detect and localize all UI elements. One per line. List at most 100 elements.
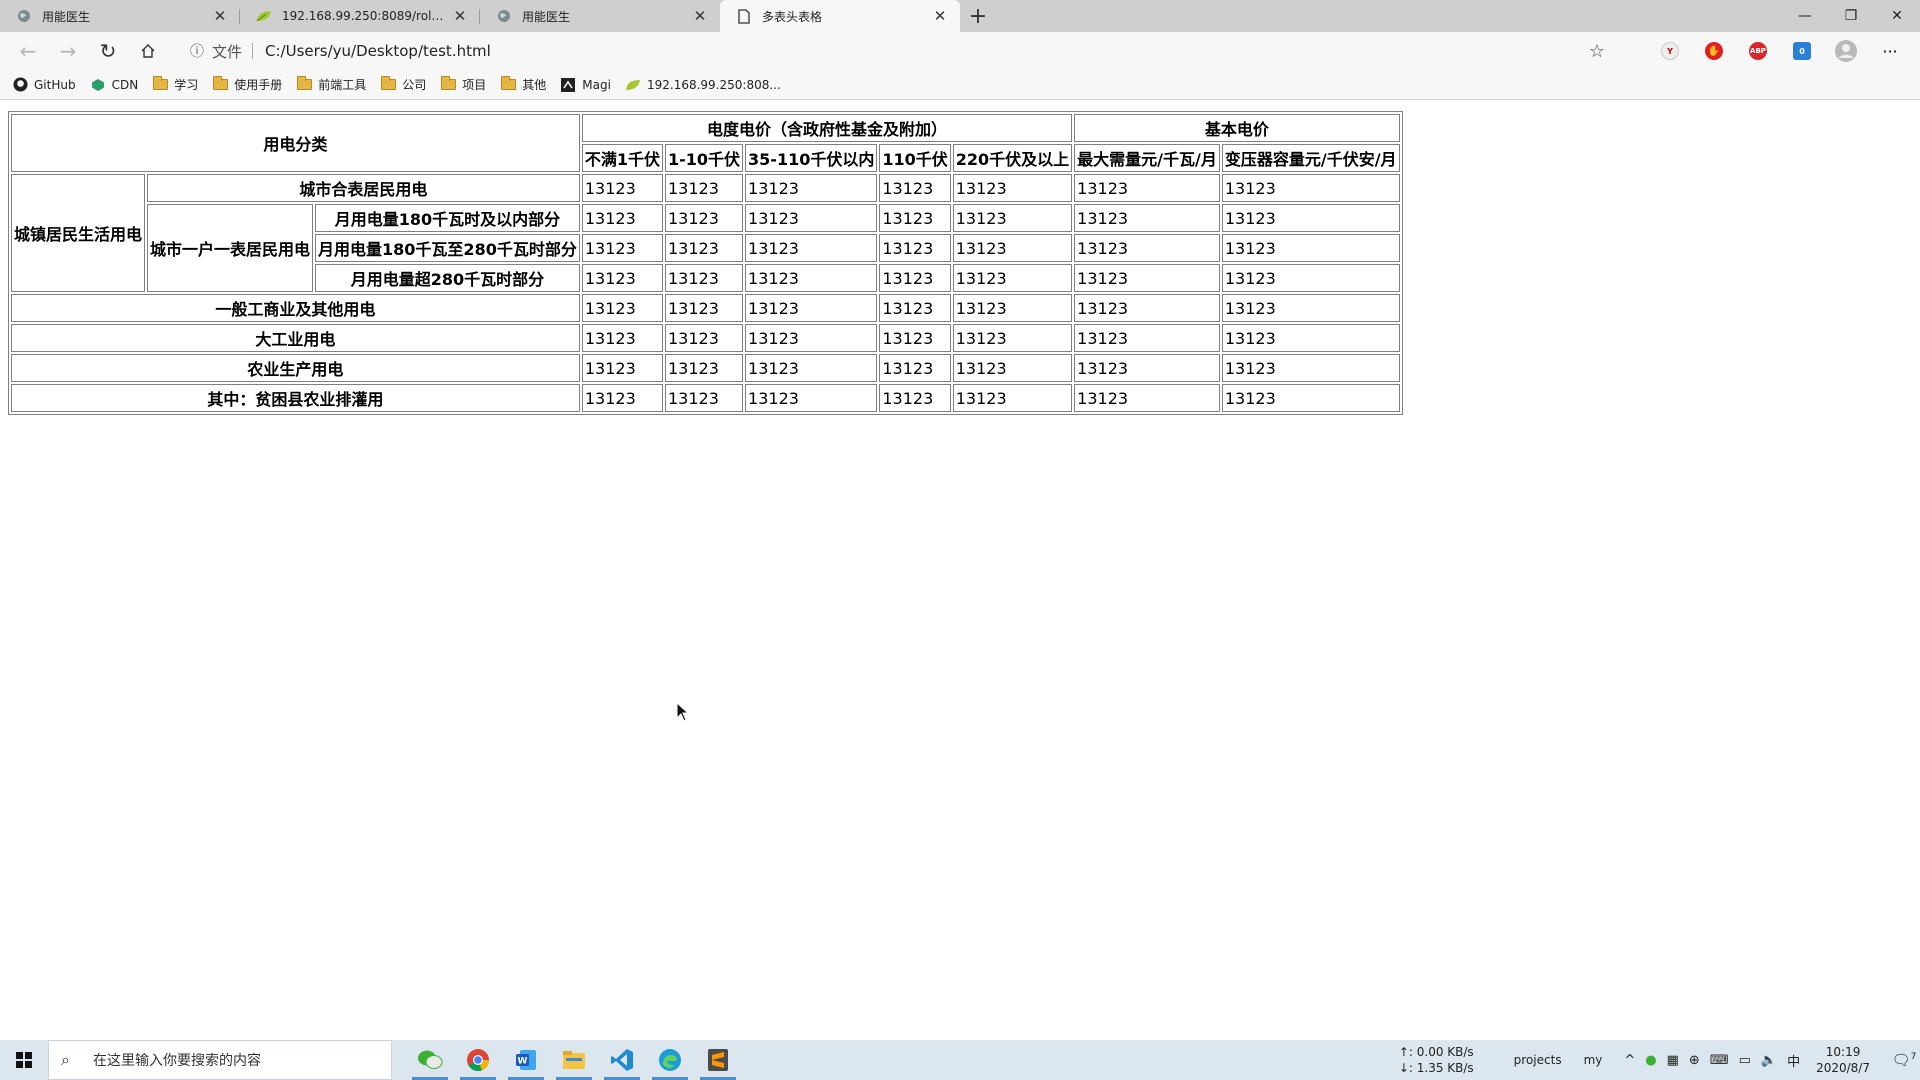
sublime-icon[interactable] xyxy=(694,1040,742,1080)
globe-icon xyxy=(496,8,512,24)
bookmark-ip-address[interactable]: 192.168.99.250:808... xyxy=(625,77,781,93)
network-tray-icon[interactable]: ⊕ xyxy=(1689,1053,1700,1068)
header-voltage-35-110kv: 35-110千伏以内 xyxy=(745,144,878,172)
tab-2[interactable]: 192.168.99.250:8089/role/sub/m ✕ xyxy=(240,0,480,32)
table-cell: 13123 xyxy=(1074,204,1220,232)
table-cell: 13123 xyxy=(879,354,951,382)
volume-icon[interactable]: 🔈 xyxy=(1761,1053,1777,1068)
bookmark-folder-study[interactable]: 学习 xyxy=(152,76,198,93)
table-cell: 13123 xyxy=(952,354,1073,382)
bookmark-magi[interactable]: Magi xyxy=(560,77,611,93)
table-cell: 13123 xyxy=(664,294,744,322)
more-menu-icon[interactable]: ··· xyxy=(1868,32,1912,70)
tab-3[interactable]: 用能医生 ✕ xyxy=(480,0,720,32)
header-basic-price: 基本电价 xyxy=(1074,114,1400,142)
adblock-hand-icon[interactable]: ✋ xyxy=(1692,32,1736,70)
table-cell: 13123 xyxy=(581,174,663,202)
bookmark-folder-frontend-tools[interactable]: 前端工具 xyxy=(296,76,366,93)
table-cell: 13123 xyxy=(664,174,744,202)
globe-icon xyxy=(16,8,32,24)
page-icon xyxy=(736,8,752,24)
table-cell: 13123 xyxy=(1074,294,1220,322)
table-cell: 13123 xyxy=(581,234,663,262)
url-text[interactable]: C:/Users/yu/Desktop/test.html xyxy=(265,42,491,60)
table-cell: 13123 xyxy=(1074,174,1220,202)
vscode-icon[interactable] xyxy=(598,1040,646,1080)
close-window-icon[interactable]: ✕ xyxy=(1874,0,1920,32)
table-cell: 13123 xyxy=(879,204,951,232)
table-cell: 13123 xyxy=(745,384,878,412)
bookmark-folder-other[interactable]: 其他 xyxy=(500,76,546,93)
table-cell: 13123 xyxy=(952,174,1073,202)
grid-tray-icon[interactable]: ▦ xyxy=(1667,1053,1679,1068)
ime-indicator[interactable]: 中 xyxy=(1787,1051,1800,1070)
clock-date: 2020/8/7 xyxy=(1816,1061,1870,1075)
forward-arrow-icon[interactable]: → xyxy=(48,34,88,68)
back-arrow-icon[interactable]: ← xyxy=(8,34,48,68)
address-bar[interactable]: ⓘ 文件 C:/Users/yu/Desktop/test.html ☆ xyxy=(190,35,1605,67)
info-icon[interactable]: ⓘ xyxy=(190,41,212,61)
folder-icon xyxy=(152,76,168,93)
tab-close-icon[interactable]: ✕ xyxy=(450,6,470,26)
bookmark-folder-projects[interactable]: 项目 xyxy=(440,76,486,93)
table-cell: 13123 xyxy=(745,204,878,232)
toolbar-my[interactable]: my xyxy=(1584,1053,1603,1067)
reload-icon[interactable]: ↻ xyxy=(88,34,128,68)
table-cell: 13123 xyxy=(1221,354,1400,382)
row-label-poor-county-irrigation: 其中：贫困县农业排灌用 xyxy=(11,384,580,412)
windows-start-icon[interactable] xyxy=(0,1040,48,1080)
bookmark-github[interactable]: GitHub xyxy=(12,77,76,93)
tab-close-icon[interactable]: ✕ xyxy=(930,6,950,26)
file-explorer-icon[interactable] xyxy=(550,1040,598,1080)
bookmark-star-icon[interactable]: ☆ xyxy=(1589,41,1605,62)
windows-taskbar: ⌕ 在这里输入你要搜索的内容 W ↑: 0.00 KB/s ↓: 1.35 KB… xyxy=(0,1040,1920,1080)
tab-1[interactable]: 用能医生 ✕ xyxy=(0,0,240,32)
wechat-tray-icon[interactable]: ● xyxy=(1645,1053,1656,1068)
leaf-icon xyxy=(625,77,641,93)
chrome-icon[interactable] xyxy=(454,1040,502,1080)
table-cell: 13123 xyxy=(879,264,951,292)
table-cell: 13123 xyxy=(879,234,951,262)
abp-icon[interactable]: ABP xyxy=(1736,32,1780,70)
header-voltage-1-10kv: 1-10千伏 xyxy=(664,144,744,172)
tab-title: 192.168.99.250:8089/role/sub/m xyxy=(282,9,450,23)
header-max-demand: 最大需量元/千瓦/月 xyxy=(1074,144,1220,172)
word-icon[interactable]: W xyxy=(502,1040,550,1080)
row-label-tier1: 月用电量180千瓦时及以内部分 xyxy=(315,204,580,232)
tab-close-icon[interactable]: ✕ xyxy=(210,6,230,26)
bookmark-folder-manual[interactable]: 使用手册 xyxy=(212,76,282,93)
tab-strip: 用能医生 ✕ 192.168.99.250:8089/role/sub/m ✕ … xyxy=(0,0,1920,32)
leaf-icon xyxy=(256,8,272,24)
bookmark-cdn[interactable]: CDN xyxy=(90,77,138,93)
extension-badge-icon[interactable]: 0 xyxy=(1780,32,1824,70)
row-label-urban-residential: 城镇居民生活用电 xyxy=(11,174,146,292)
clock[interactable]: 10:19 2020/8/7 xyxy=(1816,1044,1870,1076)
restore-icon[interactable]: ❐ xyxy=(1828,0,1874,32)
tab-close-icon[interactable]: ✕ xyxy=(690,6,710,26)
table-cell: 13123 xyxy=(581,264,663,292)
network-speed: ↑: 0.00 KB/s ↓: 1.35 KB/s xyxy=(1398,1045,1474,1075)
yandex-icon[interactable]: Y xyxy=(1648,32,1692,70)
table-cell: 13123 xyxy=(952,324,1073,352)
row-label-tier2: 月用电量180千瓦至280千瓦时部分 xyxy=(315,234,580,262)
home-icon[interactable] xyxy=(128,34,168,68)
table-cell: 13123 xyxy=(879,174,951,202)
tab-4-active[interactable]: 多表头表格 ✕ xyxy=(720,0,960,32)
taskbar-search-box[interactable]: ⌕ 在这里输入你要搜索的内容 xyxy=(48,1040,392,1080)
toolbar-projects[interactable]: projects xyxy=(1514,1053,1562,1067)
wechat-icon[interactable] xyxy=(406,1040,454,1080)
profile-avatar-icon[interactable] xyxy=(1824,32,1868,70)
magi-icon xyxy=(560,77,576,93)
new-tab-button[interactable]: + xyxy=(962,0,994,32)
chevron-up-icon[interactable]: ^ xyxy=(1624,1053,1635,1068)
table-cell: 13123 xyxy=(1221,234,1400,262)
display-tray-icon[interactable]: ▭ xyxy=(1739,1053,1751,1068)
bookmark-folder-company[interactable]: 公司 xyxy=(380,76,426,93)
table-cell: 13123 xyxy=(664,204,744,232)
edge-icon[interactable] xyxy=(646,1040,694,1080)
notification-center-icon[interactable]: 🗨7 xyxy=(1888,1051,1920,1069)
minimize-icon[interactable]: — xyxy=(1782,0,1828,32)
mouse-cursor-icon xyxy=(676,702,690,722)
keyboard-tray-icon[interactable]: ⌨ xyxy=(1710,1053,1729,1068)
header-voltage-lt1kv: 不满1千伏 xyxy=(581,144,663,172)
